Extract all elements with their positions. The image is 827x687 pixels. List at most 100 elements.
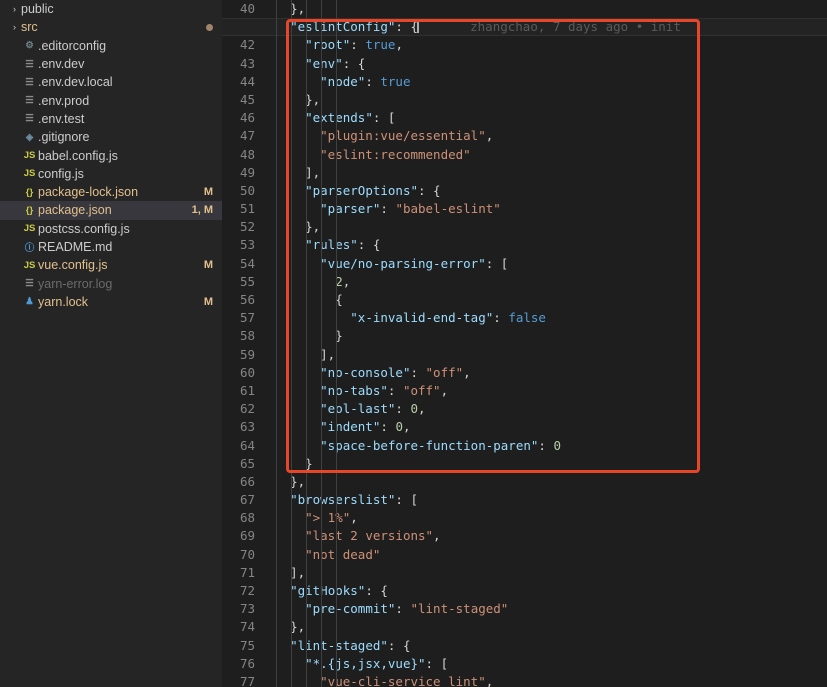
- code-line[interactable]: 76 "*.{js,jsx,vue}": [: [222, 655, 827, 673]
- code-line-content[interactable]: },: [266, 618, 827, 636]
- code-line[interactable]: 66 },: [222, 473, 827, 491]
- file-item-vue-config-js[interactable]: JS vue.config.js M: [0, 256, 222, 274]
- code-line-content[interactable]: },: [266, 218, 827, 236]
- code-line-content[interactable]: ],: [266, 346, 827, 364]
- code-line-content[interactable]: },: [266, 0, 827, 18]
- code-line[interactable]: 58 }: [222, 327, 827, 345]
- code-line[interactable]: 69 "last 2 versions",: [222, 527, 827, 545]
- code-line-content[interactable]: "extends": [: [266, 109, 827, 127]
- code-line-content[interactable]: "gitHooks": {: [266, 582, 827, 600]
- code-line[interactable]: 60 "no-console": "off",: [222, 364, 827, 382]
- code-line[interactable]: 47 "plugin:vue/essential",: [222, 127, 827, 145]
- code-line-content[interactable]: }: [266, 327, 827, 345]
- file-item-package-json[interactable]: {} package.json 1, M: [0, 201, 222, 220]
- code-line-content[interactable]: "plugin:vue/essential",: [266, 127, 827, 145]
- code-line-content[interactable]: "lint-staged": {: [266, 637, 827, 655]
- code-line-content[interactable]: "no-console": "off",: [266, 364, 827, 382]
- file-item-postcss-config-js[interactable]: JS postcss.config.js: [0, 220, 222, 238]
- code-token: 0: [395, 419, 403, 435]
- chevron-right-icon[interactable]: ›: [8, 22, 21, 32]
- code-line[interactable]: 44 "node": true: [222, 73, 827, 91]
- file-item-env-dev-local[interactable]: ☰ .env.dev.local: [0, 73, 222, 91]
- code-line[interactable]: 77 "vue-cli-service lint",: [222, 673, 827, 687]
- code-line[interactable]: 53 "rules": {: [222, 236, 827, 254]
- code-line[interactable]: 40 },: [222, 0, 827, 18]
- code-line-content[interactable]: 2,: [266, 273, 827, 291]
- code-line[interactable]: 54 "vue/no-parsing-error": [: [222, 255, 827, 273]
- code-line-content[interactable]: },: [266, 91, 827, 109]
- editor-code-area[interactable]: 40 }, 41 "eslintConfig": {zhangchao, 7 da…: [222, 0, 827, 687]
- file-explorer-sidebar[interactable]: › public › src ⚙ .editorconfig ☰ .env.dev ☰ .env.…: [0, 0, 222, 687]
- code-line[interactable]: 59 ],: [222, 346, 827, 364]
- code-line-content[interactable]: "browserslist": [: [266, 491, 827, 509]
- code-line-content[interactable]: "x-invalid-end-tag": false: [266, 309, 827, 327]
- code-line[interactable]: 46 "extends": [: [222, 109, 827, 127]
- code-line-content[interactable]: "eslint:recommended": [266, 146, 827, 164]
- code-line[interactable]: 55 2,: [222, 273, 827, 291]
- code-token: "no-tabs": [320, 382, 388, 398]
- code-line[interactable]: 56 {: [222, 291, 827, 309]
- code-line[interactable]: 72 "gitHooks": {: [222, 582, 827, 600]
- code-line-content[interactable]: "vue-cli-service lint",: [266, 673, 827, 687]
- code-line[interactable]: 42 "root": true,: [222, 36, 827, 54]
- code-line-content[interactable]: "space-before-function-paren": 0: [266, 437, 827, 455]
- code-line-content[interactable]: ],: [266, 164, 827, 182]
- code-line[interactable]: 71 ],: [222, 564, 827, 582]
- file-item-babel-config-js[interactable]: JS babel.config.js: [0, 146, 222, 164]
- code-line-content[interactable]: "*.{js,jsx,vue}": [: [266, 655, 827, 673]
- code-line[interactable]: 61 "no-tabs": "off",: [222, 382, 827, 400]
- code-line[interactable]: 63 "indent": 0,: [222, 418, 827, 436]
- code-line-content[interactable]: "root": true,: [266, 36, 827, 54]
- file-item-config-js[interactable]: JS config.js: [0, 165, 222, 183]
- code-line-content[interactable]: "no-tabs": "off",: [266, 382, 827, 400]
- code-line[interactable]: 41 "eslintConfig": {zhangchao, 7 days ag…: [222, 18, 827, 37]
- code-line[interactable]: 70 "not dead": [222, 546, 827, 564]
- code-line[interactable]: 45 },: [222, 91, 827, 109]
- file-item-package-lock-json[interactable]: {} package-lock.json M: [0, 183, 222, 201]
- code-line-content[interactable]: "not dead": [266, 546, 827, 564]
- code-line-content[interactable]: }: [266, 455, 827, 473]
- code-line[interactable]: 57 "x-invalid-end-tag": false: [222, 309, 827, 327]
- code-line-content[interactable]: ],: [266, 564, 827, 582]
- file-item-src[interactable]: › src: [0, 18, 222, 36]
- code-line-content[interactable]: "last 2 versions",: [266, 527, 827, 545]
- file-item-readme-md[interactable]: ⓘ README.md: [0, 238, 222, 256]
- code-line[interactable]: 73 "pre-commit": "lint-staged": [222, 600, 827, 618]
- code-line[interactable]: 49 ],: [222, 164, 827, 182]
- code-line-content[interactable]: "parserOptions": {: [266, 182, 827, 200]
- file-item-editorconfig[interactable]: ⚙ .editorconfig: [0, 37, 222, 55]
- code-line[interactable]: 43 "env": {: [222, 55, 827, 73]
- code-line[interactable]: 74 },: [222, 618, 827, 636]
- file-item-public[interactable]: › public: [0, 0, 222, 18]
- code-line-content[interactable]: },: [266, 473, 827, 491]
- file-item-env-prod[interactable]: ☰ .env.prod: [0, 91, 222, 109]
- file-item-yarn-lock[interactable]: ♟ yarn.lock M: [0, 293, 222, 311]
- code-line[interactable]: 52 },: [222, 218, 827, 236]
- chevron-right-icon[interactable]: ›: [8, 4, 21, 14]
- code-line-content[interactable]: {: [266, 291, 827, 309]
- code-line-content[interactable]: "indent": 0,: [266, 418, 827, 436]
- file-item-env-test[interactable]: ☰ .env.test: [0, 110, 222, 128]
- code-line[interactable]: 51 "parser": "babel-eslint": [222, 200, 827, 218]
- file-item-gitignore[interactable]: ◈ .gitignore: [0, 128, 222, 146]
- code-line[interactable]: 62 "eol-last": 0,: [222, 400, 827, 418]
- code-line[interactable]: 48 "eslint:recommended": [222, 146, 827, 164]
- code-line-content[interactable]: "parser": "babel-eslint": [266, 200, 827, 218]
- code-editor[interactable]: 40 }, 41 "eslintConfig": {zhangchao, 7 da…: [222, 0, 827, 687]
- code-line-content[interactable]: "eol-last": 0,: [266, 400, 827, 418]
- code-line-content[interactable]: "rules": {: [266, 236, 827, 254]
- code-line[interactable]: 64 "space-before-function-paren": 0: [222, 437, 827, 455]
- code-line[interactable]: 65 }: [222, 455, 827, 473]
- code-line[interactable]: 67 "browserslist": [: [222, 491, 827, 509]
- code-line[interactable]: 75 "lint-staged": {: [222, 637, 827, 655]
- code-line-content[interactable]: "eslintConfig": {zhangchao, 7 days ago •…: [266, 18, 827, 36]
- code-line-content[interactable]: "> 1%",: [266, 509, 827, 527]
- code-line-content[interactable]: "node": true: [266, 73, 827, 91]
- file-item-env-dev[interactable]: ☰ .env.dev: [0, 55, 222, 73]
- code-line-content[interactable]: "pre-commit": "lint-staged": [266, 600, 827, 618]
- file-item-yarn-error-log[interactable]: ☰ yarn-error.log: [0, 274, 222, 292]
- code-line-content[interactable]: "vue/no-parsing-error": [: [266, 255, 827, 273]
- code-line[interactable]: 50 "parserOptions": {: [222, 182, 827, 200]
- code-line[interactable]: 68 "> 1%",: [222, 509, 827, 527]
- code-line-content[interactable]: "env": {: [266, 55, 827, 73]
